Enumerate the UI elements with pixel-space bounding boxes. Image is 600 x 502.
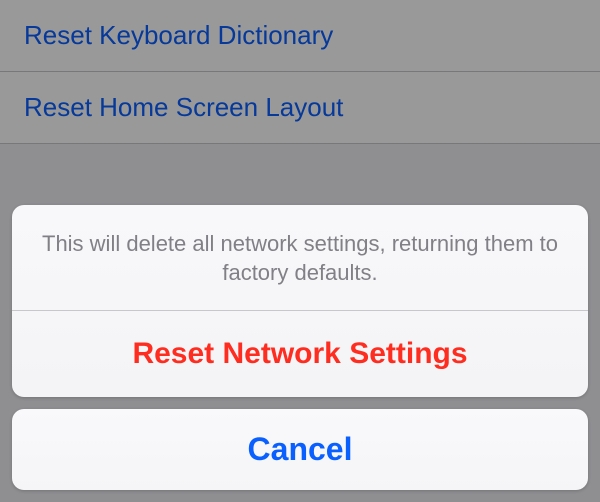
action-sheet-message: This will delete all network settings, r… [12,205,588,310]
action-sheet-main: This will delete all network settings, r… [12,205,588,397]
cancel-button[interactable]: Cancel [12,409,588,490]
reset-network-settings-button[interactable]: Reset Network Settings [12,311,588,397]
action-sheet: This will delete all network settings, r… [0,193,600,502]
